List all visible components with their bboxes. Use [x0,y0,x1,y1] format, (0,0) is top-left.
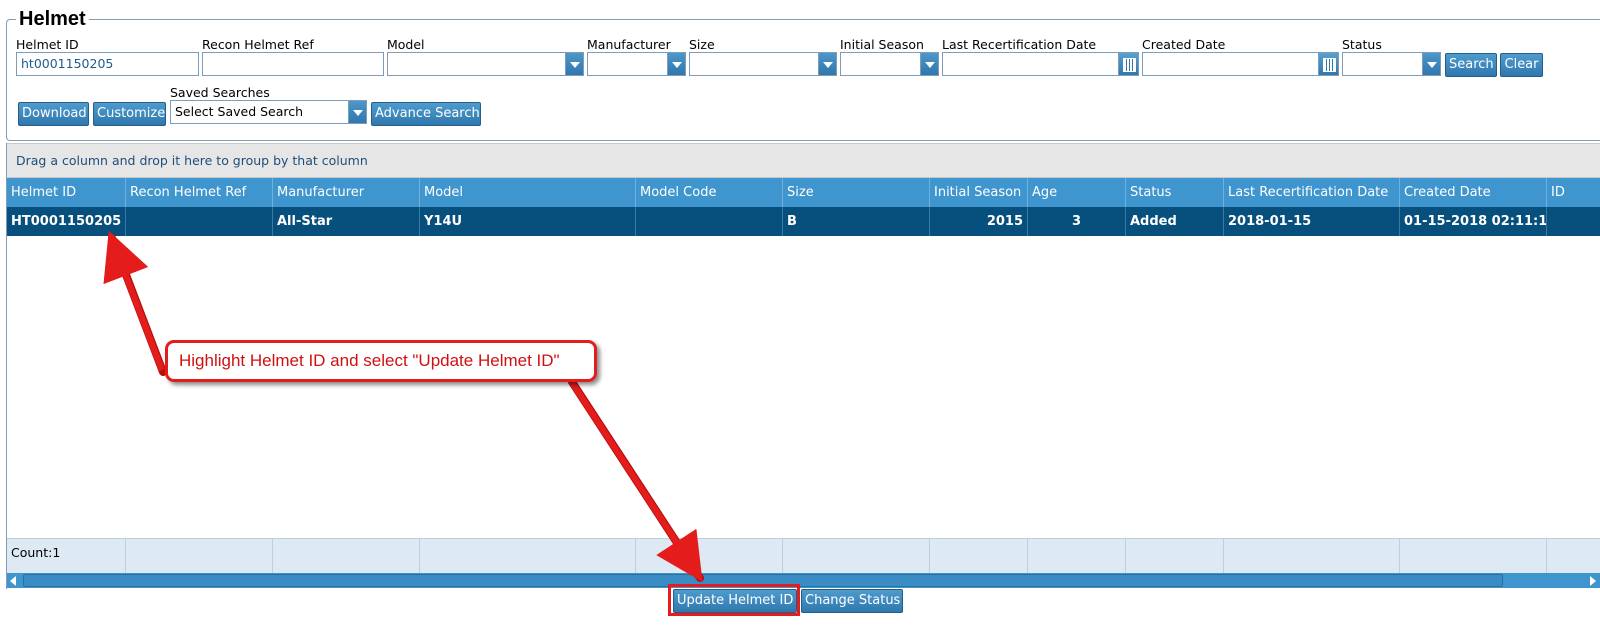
cell-size[interactable]: B [783,207,930,236]
grid-header: Helmet ID Recon Helmet Ref Manufacturer … [7,178,1600,207]
helmet-id-label: Helmet ID [16,37,79,52]
created-date-picker[interactable] [1142,52,1339,76]
annotation-highlight-box [668,584,800,616]
cell-helmet-id[interactable]: HT0001150205 [7,207,126,236]
column-header-model[interactable]: Model [420,178,636,207]
advance-search-button[interactable]: Advance Search [371,102,481,126]
cell-model[interactable]: Y14U [420,207,636,236]
last-recert-label: Last Recertification Date [942,37,1097,52]
cell-recon-ref[interactable] [126,207,273,236]
status-select[interactable] [1342,52,1441,76]
customize-button[interactable]: Customize [93,102,166,126]
column-header-recon-ref[interactable]: Recon Helmet Ref [126,178,273,207]
footer-cell [1028,539,1126,574]
footer-cell [420,539,636,574]
chevron-down-icon[interactable] [1422,53,1440,75]
grid-footer: Count:1 [7,538,1600,574]
search-button[interactable]: Search [1445,53,1497,77]
calendar-icon[interactable] [1318,53,1338,75]
download-button[interactable]: Download [18,102,89,126]
helmet-id-input[interactable]: ht0001150205 [16,52,199,76]
clear-button[interactable]: Clear [1500,53,1543,77]
horizontal-scrollbar[interactable] [7,573,1600,588]
column-header-model-code[interactable]: Model Code [636,178,783,207]
footer-cell [636,539,783,574]
cell-last-recert[interactable]: 2018-01-15 [1224,207,1400,236]
annotation-callout: Highlight Helmet ID and select "Update H… [165,340,597,382]
footer-cell [1400,539,1547,574]
chevron-down-icon[interactable] [348,101,366,123]
saved-search-select-value: Select Saved Search [175,104,304,119]
footer-cell [1126,539,1224,574]
group-by-drop-zone[interactable]: Drag a column and drop it here to group … [7,143,1600,178]
column-header-created-date[interactable]: Created Date [1400,178,1547,207]
initial-season-select[interactable] [840,52,939,76]
group-by-hint: Drag a column and drop it here to group … [16,153,368,168]
size-label: Size [689,37,715,52]
cell-created-date[interactable]: 01-15-2018 02:11:18 [1400,207,1547,236]
column-header-size[interactable]: Size [783,178,930,207]
row-count: Count:1 [11,545,61,560]
recon-ref-label: Recon Helmet Ref [202,37,314,52]
model-label: Model [387,37,425,52]
cell-manufacturer[interactable]: All-Star [273,207,420,236]
manufacturer-select[interactable] [587,52,686,76]
footer-cell [1224,539,1400,574]
footer-cell [930,539,1028,574]
footer-cell: Count:1 [7,539,126,574]
column-header-id[interactable]: ID [1547,178,1600,207]
column-header-manufacturer[interactable]: Manufacturer [273,178,420,207]
saved-search-select[interactable]: Select Saved Search [170,100,367,124]
chevron-down-icon[interactable] [667,53,685,75]
recon-ref-input[interactable] [202,52,384,76]
footer-cell [273,539,420,574]
cell-age[interactable]: 3 [1028,207,1126,236]
footer-cell [783,539,930,574]
manufacturer-label: Manufacturer [587,37,671,52]
status-label: Status [1342,37,1382,52]
chevron-down-icon[interactable] [920,53,938,75]
initial-season-label: Initial Season [840,37,924,52]
cell-status[interactable]: Added [1126,207,1224,236]
cell-model-code[interactable] [636,207,783,236]
panel-title: Helmet [16,7,89,31]
chevron-down-icon[interactable] [565,53,583,75]
created-date-label: Created Date [1142,37,1226,52]
chevron-down-icon[interactable] [818,53,836,75]
column-header-status[interactable]: Status [1126,178,1224,207]
cell-initial-season[interactable]: 2015 [930,207,1028,236]
calendar-icon[interactable] [1118,53,1138,75]
size-select[interactable] [689,52,837,76]
model-select[interactable] [387,52,584,76]
column-header-initial-season[interactable]: Initial Season [930,178,1028,207]
column-header-last-recert[interactable]: Last Recertification Date [1224,178,1400,207]
change-status-button[interactable]: Change Status [801,589,903,613]
column-header-helmet-id[interactable]: Helmet ID [7,178,126,207]
scroll-left-icon[interactable] [10,576,16,586]
footer-cell [126,539,273,574]
saved-searches-label: Saved Searches [170,85,270,100]
scroll-right-icon[interactable] [1590,576,1596,586]
table-row[interactable]: HT0001150205 All-Star Y14U B 2015 3 Adde… [7,207,1600,236]
last-recert-date-picker[interactable] [942,52,1139,76]
cell-id[interactable] [1547,207,1600,236]
column-header-age[interactable]: Age [1028,178,1126,207]
